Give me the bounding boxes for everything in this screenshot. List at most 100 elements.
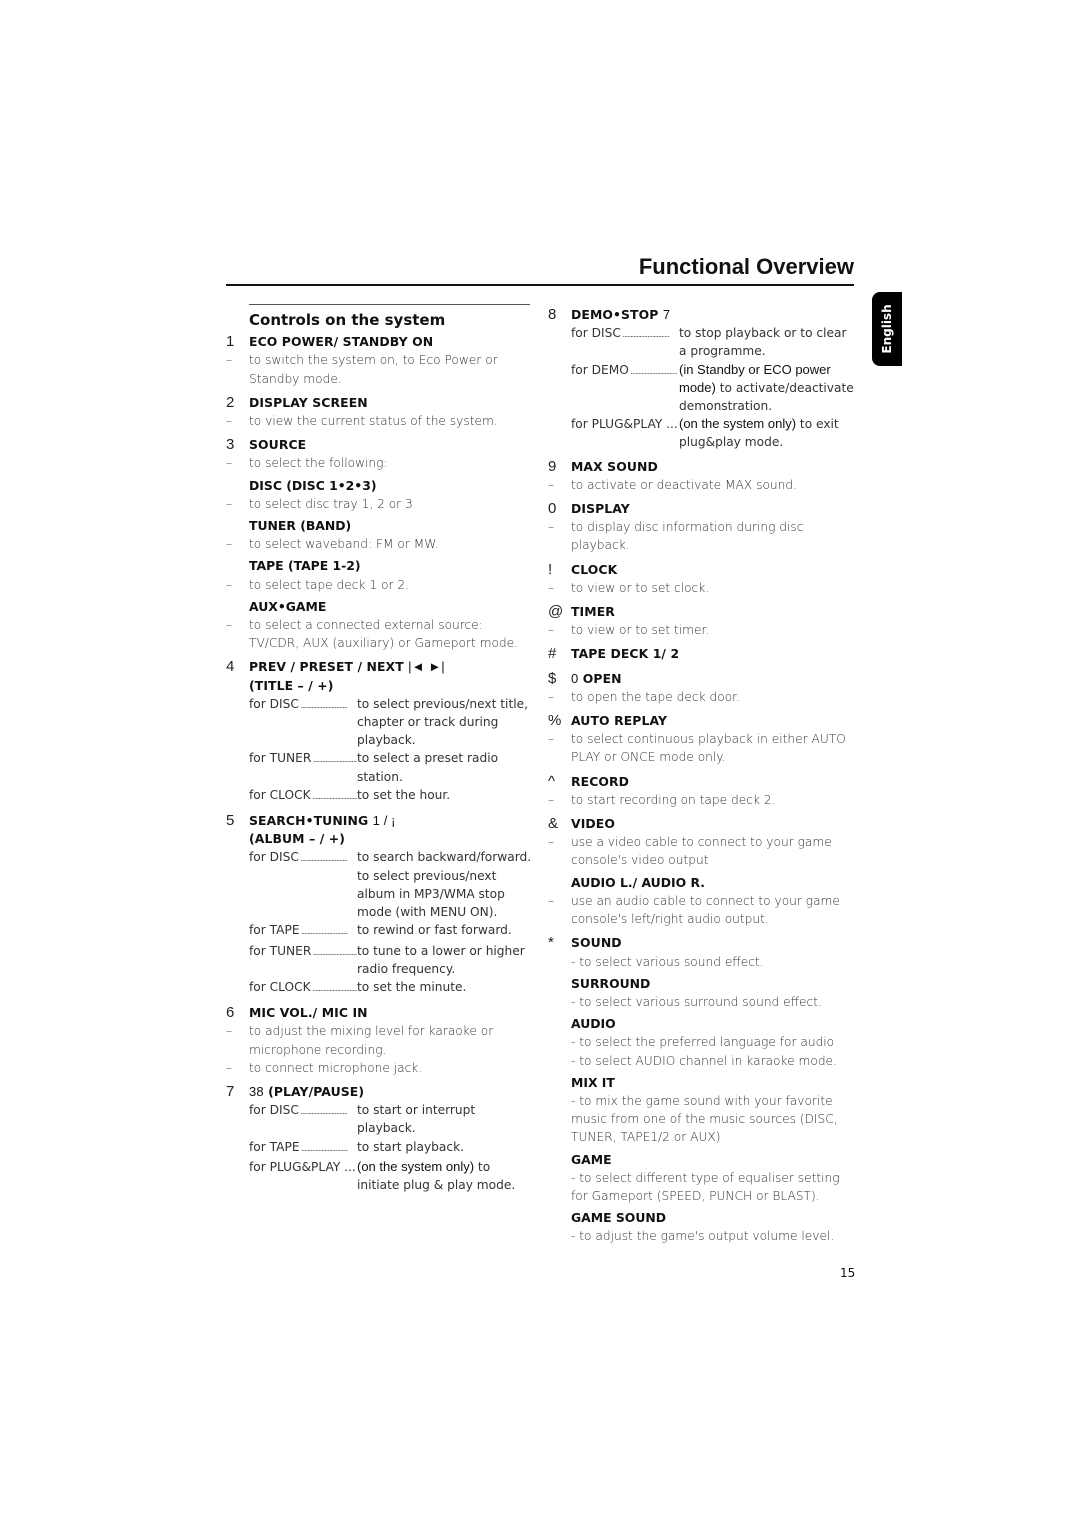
dash-bullet: – bbox=[548, 792, 555, 807]
item-heading-text: DISPLAY SCREEN bbox=[249, 394, 368, 410]
right-column: 8 DEMO•STOP 7 for DISC ...................… bbox=[548, 304, 854, 1250]
description-text: to view the current status of the system… bbox=[249, 414, 498, 429]
leader-dots: .............................. bbox=[310, 983, 357, 993]
item-heading-text: MAX SOUND bbox=[571, 458, 658, 474]
function-description-text: to select a preset radio station. bbox=[357, 751, 499, 784]
description-text: to select tape deck 1 or 2. bbox=[249, 577, 410, 592]
item-number: # bbox=[548, 645, 557, 663]
leader-dots: .............................. bbox=[298, 700, 347, 710]
description-line: - to select AUDIO channel in karaoke mod… bbox=[571, 1053, 837, 1068]
dash-bullet: – bbox=[548, 477, 555, 492]
description-line: - to select various surround sound effec… bbox=[571, 994, 822, 1009]
item-heading: SOUND bbox=[571, 934, 854, 952]
function-row: for PLUG&PLAY ... ......................… bbox=[249, 1158, 532, 1194]
item-heading-text: PREV / PRESET / NEXT bbox=[249, 659, 404, 675]
item-heading-text: DEMO•STOP bbox=[571, 307, 659, 322]
item-heading-text: TIMER bbox=[571, 604, 615, 620]
description-line: - to select various sound effect. bbox=[571, 954, 764, 969]
item-number: 9 bbox=[548, 457, 557, 475]
item-heading: ECO POWER/ STANDBY ON bbox=[249, 333, 532, 351]
function-description: to select a preset radio station. bbox=[357, 749, 532, 785]
dash-bullet: – bbox=[226, 496, 233, 511]
function-label-text: for PLUG&PLAY ... bbox=[249, 1159, 356, 1174]
function-description-text: to rewind or fast forward. bbox=[357, 923, 512, 938]
function-label: for DISC .............................. bbox=[571, 324, 679, 360]
description-text: to switch the system on, to Eco Power or… bbox=[249, 353, 498, 386]
control-item: 0 DISPLAY – to display disc information dur… bbox=[548, 500, 854, 555]
item-number: * bbox=[548, 934, 554, 952]
function-description: (in Standby or ECO power mode) to activa… bbox=[679, 361, 854, 416]
function-description-text: to tune to a lower or higher radio frequ… bbox=[357, 943, 525, 976]
description-line: – to view or to set clock. bbox=[548, 579, 854, 597]
function-label-text: for DISC bbox=[571, 326, 621, 341]
description-line: – use a video cable to connect to your ga… bbox=[548, 833, 854, 869]
function-label-text: for DISC bbox=[249, 696, 299, 711]
item-number: 3 bbox=[226, 436, 235, 454]
leader-dots: .............................. bbox=[298, 854, 347, 864]
function-description-text: to start or interrupt playback. bbox=[357, 1103, 476, 1136]
description-text: use an audio cable to connect to your ga… bbox=[571, 893, 840, 927]
leader-dots: .............................. bbox=[620, 330, 669, 340]
button-symbol: |◄ ►| bbox=[408, 659, 445, 675]
description-line: – to display disc information during disc… bbox=[548, 518, 854, 554]
item-heading: SEARCH•TUNING 1 / ¡ bbox=[249, 812, 532, 830]
function-label: for TUNER .............................. bbox=[249, 749, 357, 785]
sub-heading: DISC (DISC 1•2•3) bbox=[249, 477, 377, 493]
item-heading-text: CLOCK bbox=[571, 561, 618, 577]
sub-heading: AUDIO L./ AUDIO R. bbox=[571, 874, 705, 890]
control-item: 5 SEARCH•TUNING 1 / ¡ (ALBUM – / +) for DIS… bbox=[226, 812, 532, 998]
function-description-text: to search backward/forward. to select pr… bbox=[357, 850, 532, 920]
leader-dots: .............................. bbox=[299, 1143, 348, 1153]
function-label: for DISC .............................. bbox=[249, 695, 357, 750]
control-item: 4 PREV / PRESET / NEXT |◄ ►| (TITLE – / +)… bbox=[226, 658, 532, 806]
function-label-text: for TAPE bbox=[249, 923, 300, 938]
function-row: for TUNER ..............................… bbox=[249, 942, 532, 978]
function-row: for DEMO ..............................(… bbox=[571, 361, 854, 416]
dash-bullet: – bbox=[226, 353, 233, 368]
leader-dots: .............................. bbox=[311, 947, 357, 957]
function-row: for CLOCK ..............................… bbox=[249, 786, 532, 806]
button-symbol: 7 bbox=[662, 307, 671, 322]
item-heading-text: MIC VOL./ MIC IN bbox=[249, 1005, 368, 1021]
button-symbol: 38 bbox=[249, 1083, 264, 1099]
description-text: to select a connected external source: T… bbox=[249, 618, 519, 651]
item-heading-text: RECORD bbox=[571, 773, 630, 789]
control-item: ! CLOCK – to view or to set clock. bbox=[548, 561, 854, 597]
item-heading: CLOCK bbox=[571, 561, 854, 579]
description-text: to view or to set clock. bbox=[571, 580, 710, 595]
description-text: to select the following: bbox=[249, 456, 388, 471]
description-line: - to adjust the game's output volume lev… bbox=[571, 1229, 835, 1244]
function-description: to stop playback or to clear a programme… bbox=[679, 324, 854, 360]
description-text: to display disc information during disc … bbox=[571, 520, 804, 553]
function-description: (on the system only) to exit plug&play m… bbox=[679, 415, 854, 451]
description-text: use a video cable to connect to your gam… bbox=[571, 835, 832, 868]
function-label-text: for TUNER bbox=[249, 943, 312, 958]
function-label: for PLUG&PLAY ... ......................… bbox=[249, 1158, 357, 1194]
dash-bullet: – bbox=[226, 1024, 233, 1039]
function-label-text: for PLUG&PLAY ... bbox=[571, 417, 678, 432]
description-text: to adjust the mixing level for karaoke o… bbox=[249, 1024, 494, 1057]
function-description: (on the system only) to initiate plug & … bbox=[357, 1158, 532, 1194]
section-rule bbox=[249, 304, 530, 305]
description-line: – to select tape deck 1 or 2. bbox=[226, 576, 532, 594]
leader-dots: .............................. bbox=[298, 1107, 347, 1117]
item-heading: 38 (PLAY/PAUSE) bbox=[249, 1083, 532, 1101]
dash-bullet: – bbox=[548, 580, 555, 595]
function-description: to search backward/forward. to select pr… bbox=[357, 848, 532, 921]
button-symbol: 0 bbox=[571, 670, 579, 686]
dash-bullet: – bbox=[226, 537, 233, 552]
description-line: – to select the following: bbox=[226, 454, 532, 472]
function-label-text: for CLOCK bbox=[249, 787, 311, 802]
control-item: @ TIMER – to view or to set timer. bbox=[548, 603, 854, 639]
item-heading: DEMO•STOP 7 bbox=[571, 306, 854, 324]
description-text: to select waveband: FM or MW. bbox=[249, 537, 439, 552]
item-number: 1 bbox=[226, 333, 235, 351]
function-row: for CLOCK ..............................… bbox=[249, 978, 532, 998]
